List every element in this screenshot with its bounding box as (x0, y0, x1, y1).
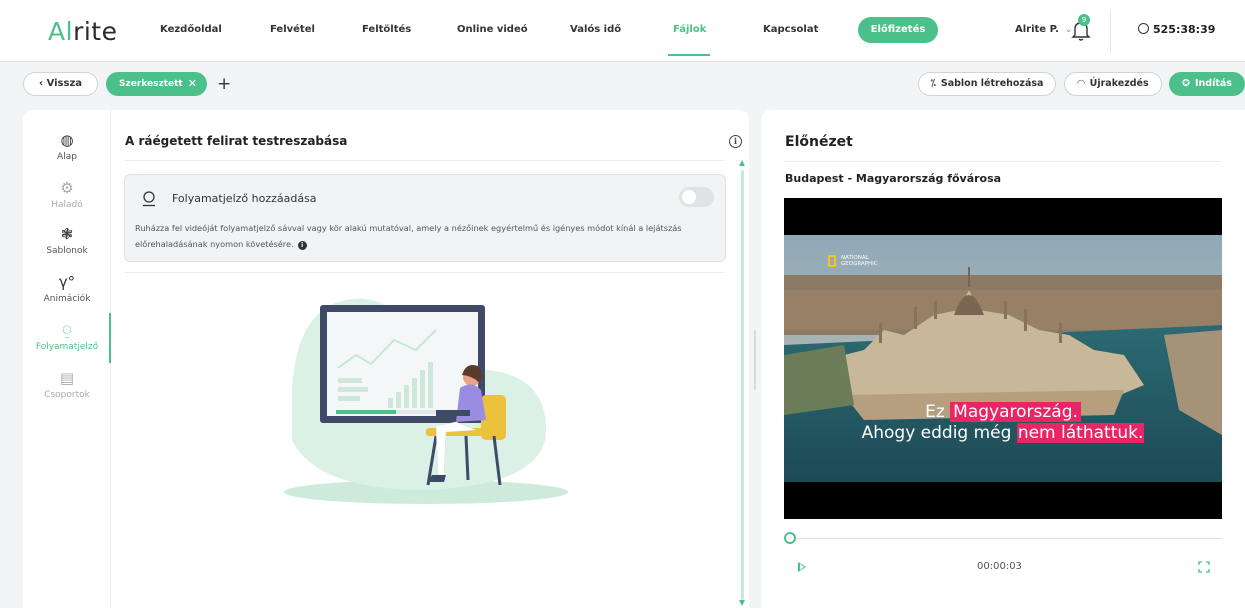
timer-value: 525:38:39 (1153, 23, 1216, 36)
sidebar-item-label: Folyamatjelző (35, 342, 99, 352)
headset-icon: ◠ (1077, 78, 1085, 89)
tab-edited-label: Szerkesztett (119, 79, 183, 89)
top-navigation: Alrite Kezdőoldal Felvétel Feltöltés Onl… (0, 0, 1245, 62)
settings-sidebar: ◍ Alap ⚙ Haladó ❃ Sablonok γ° Animációk … (23, 110, 111, 608)
progress-illustration (284, 298, 568, 504)
natgeo-line2: GEOGRAPHIC (841, 261, 878, 267)
sidebar-item-advanced[interactable]: ⚙ Haladó (23, 178, 111, 210)
subtitle-highlight: nem láthattuk. (1016, 423, 1145, 443)
sidebar-item-label: Alap (57, 152, 77, 162)
nav-item-record[interactable]: Felvétel (270, 24, 315, 35)
start-label: Indítás (1195, 78, 1232, 89)
play-icon[interactable] (798, 562, 806, 572)
subtitle-text: Ahogy eddig még (861, 423, 1017, 443)
subtitle-highlight: Magyarország. (950, 402, 1081, 422)
restart-label: Újrakezdés (1089, 78, 1149, 89)
info-icon[interactable]: i (297, 241, 307, 250)
scroll-up-arrow-icon[interactable] (739, 160, 745, 166)
natgeo-text: NATIONAL GEOGRAPHIC (841, 255, 881, 267)
start-button[interactable]: ✪ Indítás (1169, 72, 1245, 96)
user-menu[interactable]: Alrite P. ⌄ (1015, 24, 1072, 35)
scroll-down-arrow-icon[interactable] (739, 600, 745, 606)
info-icon[interactable]: i (729, 135, 742, 148)
close-icon[interactable]: ✕ (188, 72, 197, 96)
animation-icon: γ° (58, 273, 76, 291)
sidebar-item-progress[interactable]: ⍜ Folyamatjelző (23, 320, 111, 352)
back-button[interactable]: ‹ Vissza (23, 72, 98, 96)
app-logo[interactable]: Alrite (48, 17, 117, 46)
sidebar-item-templates[interactable]: ❃ Sablonok (23, 224, 111, 256)
sidebar-item-groups[interactable]: ▤ Csoportok (23, 368, 111, 400)
panel-resize-handle[interactable] (754, 330, 756, 390)
panel-title: A ráégetett felirat testreszabása (125, 134, 348, 148)
subtitle-text: Ez (925, 402, 951, 422)
divider (785, 161, 1221, 162)
seek-bar[interactable] (791, 538, 1221, 539)
preview-panel: Előnézet Budapest - Magyarország főváros… (761, 110, 1245, 608)
nav-item-files[interactable]: Fájlok (673, 24, 706, 35)
toggle-knob (682, 190, 696, 204)
progress-bar-card: Folyamatjelző hozzáadása Ruházza fel vid… (124, 174, 726, 262)
chevron-left-icon: ‹ (38, 78, 47, 89)
video-player[interactable]: NATIONAL GEOGRAPHIC Ez Magyarország. Ahog… (784, 198, 1222, 519)
template-wand-icon: ⁒ (930, 78, 936, 89)
notification-badge: 9 (1078, 14, 1090, 26)
card-description-text: Ruházza fel videóját folyamatjelző sávva… (135, 223, 682, 249)
natgeo-logo-icon (828, 255, 836, 267)
subtitle-line-1: Ez Magyarország. (784, 402, 1222, 422)
sidebar-item-label: Csoportok (44, 390, 90, 400)
customization-panel: A ráégetett felirat testreszabása i Foly… (111, 110, 749, 608)
progress-icon: ⍜ (62, 321, 72, 339)
center-scrollbar[interactable] (741, 170, 744, 600)
restart-button[interactable]: ◠ Újrakezdés (1064, 72, 1162, 96)
sidebar-item-animations[interactable]: γ° Animációk (23, 272, 111, 304)
current-time: 00:00:03 (977, 561, 1022, 572)
palette-icon: ◍ (60, 131, 74, 149)
rocket-icon: ✪ (1182, 78, 1190, 89)
create-template-label: Sablon létrehozása (940, 78, 1044, 89)
nav-divider (1110, 10, 1111, 52)
sidebar-item-label: Haladó (51, 200, 83, 210)
tab-edited[interactable]: Szerkesztett ✕ (106, 72, 207, 96)
active-nav-indicator (668, 54, 710, 56)
advanced-icon: ⚙ (60, 179, 74, 197)
sidebar-item-basic[interactable]: ◍ Alap (23, 130, 111, 162)
sidebar-item-label: Animációk (43, 294, 91, 304)
templates-icon: ❃ (60, 225, 74, 243)
nav-item-upload[interactable]: Feltöltés (362, 24, 411, 35)
divider (125, 160, 725, 161)
groups-icon: ▤ (59, 369, 75, 387)
progress-icon (143, 191, 155, 207)
subtitle-line-2: Ahogy eddig még nem láthattuk. (784, 423, 1222, 443)
stopwatch-icon (1138, 23, 1149, 34)
video-frame (784, 235, 1222, 482)
fullscreen-icon[interactable] (1198, 561, 1210, 573)
user-name: Alrite P. (1015, 24, 1059, 35)
video-title: Budapest - Magyarország fővárosa (785, 172, 1002, 185)
create-template-button[interactable]: ⁒ Sablon létrehozása (918, 72, 1056, 96)
nav-item-home[interactable]: Kezdőoldal (160, 24, 222, 35)
seek-handle[interactable] (784, 532, 796, 544)
nav-item-contact[interactable]: Kapcsolat (763, 24, 818, 35)
nav-item-online-video[interactable]: Online videó (457, 24, 528, 35)
divider (125, 272, 725, 273)
sidebar-item-label: Sablonok (46, 246, 88, 256)
progress-bar-toggle[interactable] (679, 187, 714, 207)
card-description: Ruházza fel videóját folyamatjelző sávva… (135, 220, 715, 252)
add-tab-button[interactable]: + (217, 72, 231, 96)
preview-title: Előnézet (785, 134, 853, 150)
card-title: Folyamatjelző hozzáadása (172, 192, 317, 205)
subscribe-button[interactable]: Előfizetés (858, 17, 938, 43)
nav-item-realtime[interactable]: Valós idő (570, 24, 621, 35)
back-button-label: Vissza (46, 78, 83, 89)
credit-timer: 525:38:39 (1138, 23, 1215, 36)
